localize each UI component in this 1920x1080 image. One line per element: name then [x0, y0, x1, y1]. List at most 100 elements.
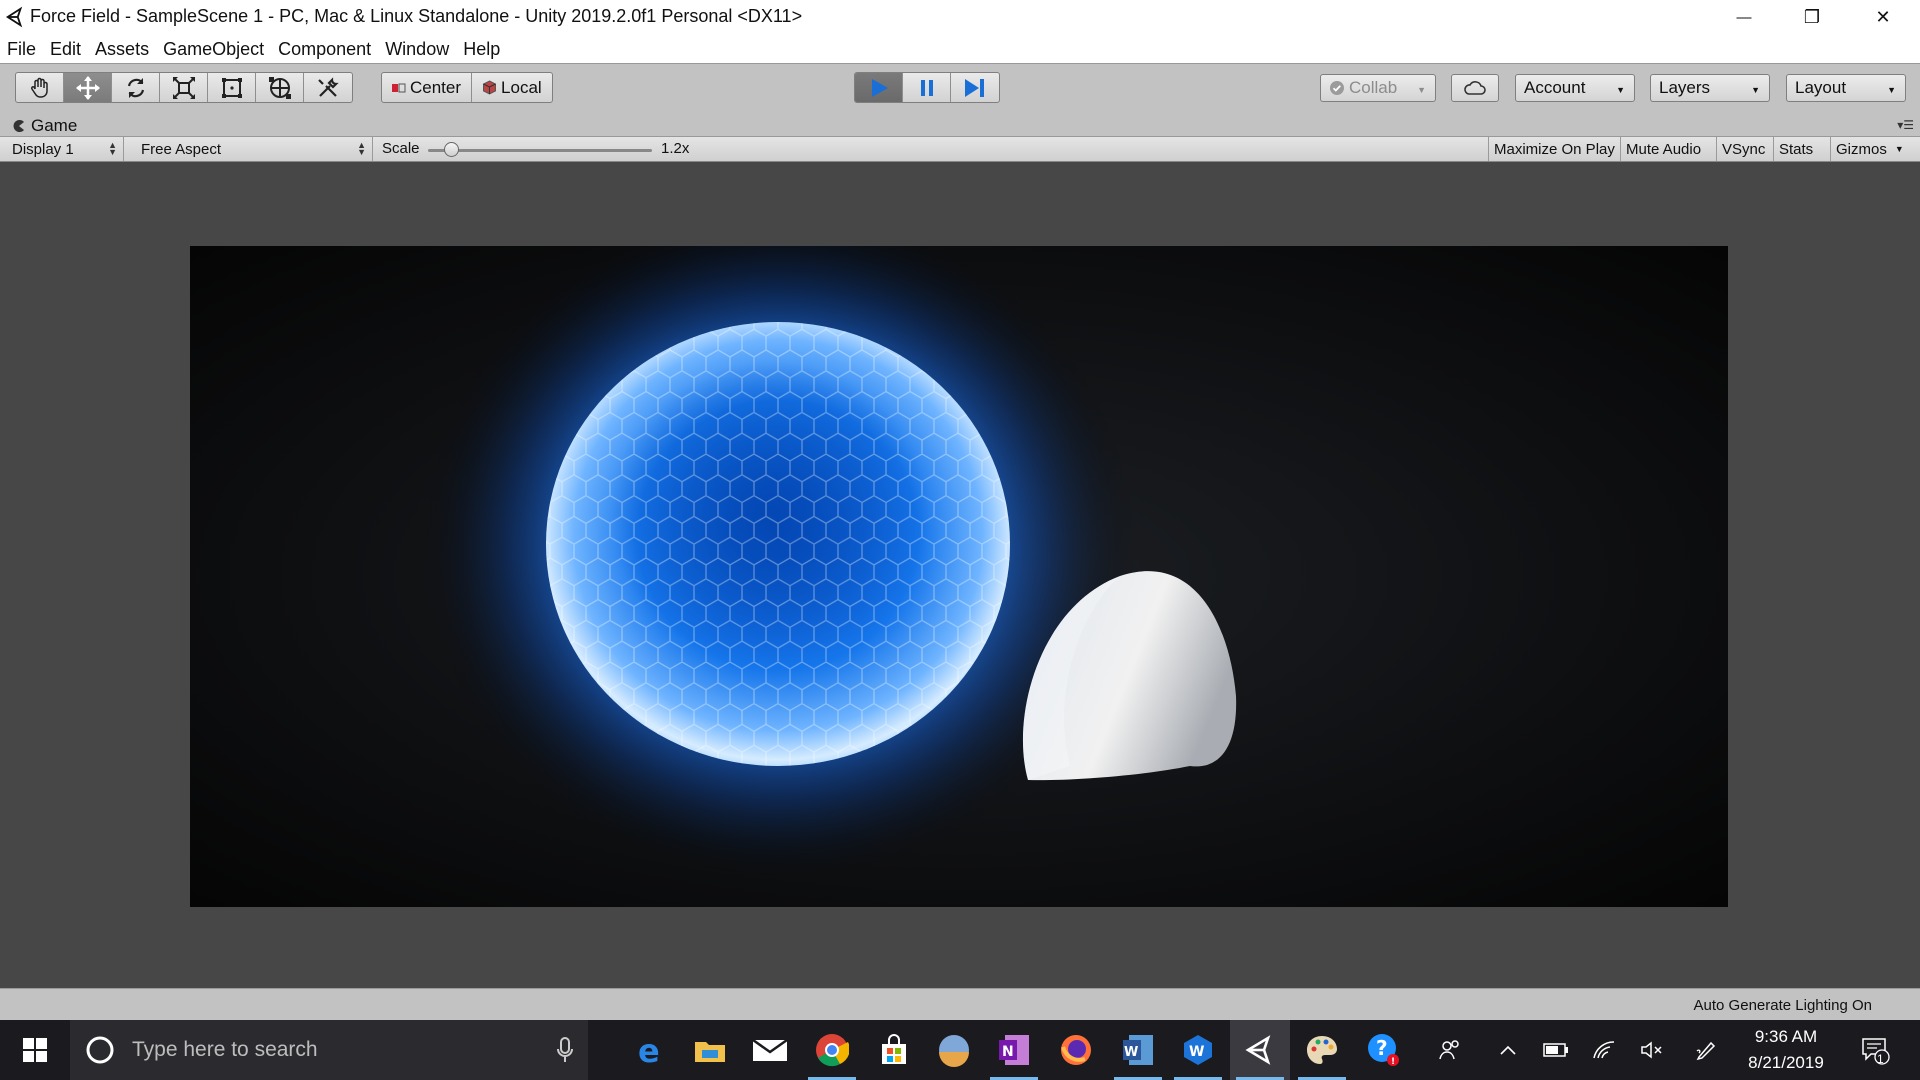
- force-field-scene: [190, 246, 1728, 907]
- taskbar-word[interactable]: W: [1108, 1020, 1168, 1080]
- collab-dropdown[interactable]: Collab ▼: [1320, 74, 1436, 102]
- restore-button[interactable]: ❐: [1784, 0, 1840, 35]
- chevron-down-icon: ▼: [1894, 144, 1904, 154]
- edge-icon: e: [638, 1034, 660, 1066]
- firefox-icon: [1061, 1035, 1091, 1065]
- scale-slider-track[interactable]: [428, 149, 652, 152]
- help-icon: ?!: [1368, 1034, 1399, 1067]
- search-placeholder: Type here to search: [132, 1038, 318, 1061]
- wifi-icon: [1593, 1041, 1615, 1059]
- pen-icon: [1696, 1041, 1716, 1061]
- panel-menu-icon[interactable]: ▾☰: [1897, 118, 1914, 132]
- layers-dropdown[interactable]: Layers ▼: [1650, 74, 1770, 102]
- notification-count: 1: [1877, 1052, 1884, 1066]
- unity-logo-icon: [5, 6, 23, 28]
- layers-label: Layers: [1659, 78, 1711, 97]
- mute-audio-toggle[interactable]: Mute Audio: [1620, 137, 1706, 161]
- taskbar-help[interactable]: ?!: [1354, 1020, 1414, 1080]
- chevron-up-icon: [1500, 1045, 1516, 1055]
- taskbar-chrome[interactable]: [802, 1020, 862, 1080]
- people-button[interactable]: [1432, 1020, 1468, 1080]
- account-dropdown[interactable]: Account ▼: [1515, 74, 1635, 102]
- custom-tool-button[interactable]: [304, 73, 352, 102]
- svg-text:W: W: [1189, 1044, 1204, 1060]
- pivot-rotation-button[interactable]: Local: [472, 73, 552, 102]
- move-tool-button[interactable]: [64, 73, 112, 102]
- photos-icon: [939, 1035, 969, 1067]
- menu-assets[interactable]: Assets: [88, 39, 156, 60]
- aspect-dropdown[interactable]: Free Aspect ▲ ▼: [133, 137, 373, 161]
- tab-game[interactable]: Game: [12, 116, 77, 136]
- vsync-toggle[interactable]: VSync: [1716, 137, 1770, 161]
- local-cube-icon: [483, 80, 497, 95]
- pivot-mode-button[interactable]: Center: [382, 73, 473, 102]
- pivot-center-icon: [392, 83, 406, 92]
- game-tab-strip: Game ▾☰: [0, 114, 1920, 136]
- pen-button[interactable]: [1688, 1020, 1724, 1080]
- taskbar-search[interactable]: Type here to search: [70, 1020, 588, 1080]
- taskbar-unity[interactable]: [1230, 1020, 1290, 1080]
- taskbar-firefox[interactable]: [1046, 1020, 1106, 1080]
- check-icon: [1330, 81, 1344, 95]
- pause-icon: [920, 79, 933, 96]
- menu-component[interactable]: Component: [271, 39, 378, 60]
- menu-bar: File Edit Assets GameObject Component Wi…: [0, 35, 1920, 64]
- pivot-mode-label: Center: [410, 77, 462, 97]
- taskbar-paint[interactable]: [1292, 1020, 1352, 1080]
- taskbar-clock[interactable]: 9:36 AM 8/21/2019: [1730, 1020, 1842, 1080]
- file-explorer-icon: [695, 1042, 725, 1062]
- menu-file[interactable]: File: [0, 39, 43, 60]
- hand-tool-button[interactable]: [16, 73, 64, 102]
- window-title: Force Field - SampleScene 1 - PC, Mac & …: [30, 6, 803, 26]
- taskbar-file-explorer[interactable]: [680, 1020, 740, 1080]
- scale-tool-button[interactable]: [160, 73, 208, 102]
- layout-dropdown[interactable]: Layout ▼: [1786, 74, 1906, 102]
- taskbar-mail[interactable]: [740, 1020, 800, 1080]
- menu-edit[interactable]: Edit: [43, 39, 88, 60]
- maximize-on-play-toggle[interactable]: Maximize On Play: [1488, 137, 1620, 161]
- rotate-tool-button[interactable]: [112, 73, 160, 102]
- taskbar-store[interactable]: [864, 1020, 924, 1080]
- step-button[interactable]: [951, 73, 999, 102]
- rect-tool-button[interactable]: [208, 73, 256, 102]
- display-dropdown[interactable]: Display 1 ▲ ▼: [4, 137, 124, 161]
- close-button[interactable]: ✕: [1855, 0, 1911, 35]
- mute-audio-label: Mute Audio: [1626, 140, 1702, 158]
- transform-tool-button[interactable]: [256, 73, 304, 102]
- windows-taskbar: Type here to search e N W W ?! 9:36 AM 8…: [0, 1020, 1920, 1080]
- start-button[interactable]: [0, 1020, 70, 1080]
- action-center-button[interactable]: 1: [1850, 1020, 1900, 1080]
- tray-overflow-button[interactable]: [1490, 1020, 1526, 1080]
- cortana-icon: [86, 1036, 114, 1064]
- pause-button[interactable]: [903, 73, 951, 102]
- game-view[interactable]: [190, 246, 1728, 907]
- taskbar-edge[interactable]: e: [620, 1020, 680, 1080]
- pivot-rotation-label: Local: [501, 77, 542, 97]
- taskbar-photos[interactable]: [924, 1020, 984, 1080]
- word-icon: W: [1123, 1035, 1153, 1065]
- clock-time: 9:36 AM: [1754, 1027, 1818, 1046]
- stats-toggle[interactable]: Stats: [1773, 137, 1818, 161]
- cloud-icon: [1464, 81, 1486, 95]
- chevron-down-icon: ▼: [1751, 85, 1760, 95]
- menu-help[interactable]: Help: [456, 39, 507, 60]
- wifi-button[interactable]: [1586, 1020, 1622, 1080]
- pacman-icon: [13, 120, 24, 132]
- volume-button[interactable]: [1634, 1020, 1670, 1080]
- cloud-button[interactable]: [1451, 74, 1499, 102]
- status-text: Auto Generate Lighting On: [1693, 997, 1872, 1014]
- menu-gameobject[interactable]: GameObject: [156, 39, 271, 60]
- minimize-button[interactable]: —: [1716, 0, 1772, 35]
- unity-icon: [1245, 1035, 1271, 1065]
- menu-window[interactable]: Window: [378, 39, 456, 60]
- taskbar-wps[interactable]: W: [1168, 1020, 1228, 1080]
- gizmos-dropdown[interactable]: Gizmos ▼: [1830, 137, 1920, 161]
- layout-label: Layout: [1795, 78, 1847, 97]
- rotate-tool-icon: [127, 77, 144, 98]
- play-button[interactable]: [855, 73, 903, 102]
- battery-button[interactable]: [1538, 1020, 1574, 1080]
- hand-tool-icon: [30, 77, 48, 98]
- taskbar-onenote[interactable]: N: [984, 1020, 1044, 1080]
- scale-slider-thumb[interactable]: [444, 142, 459, 157]
- tab-game-label: Game: [31, 116, 78, 135]
